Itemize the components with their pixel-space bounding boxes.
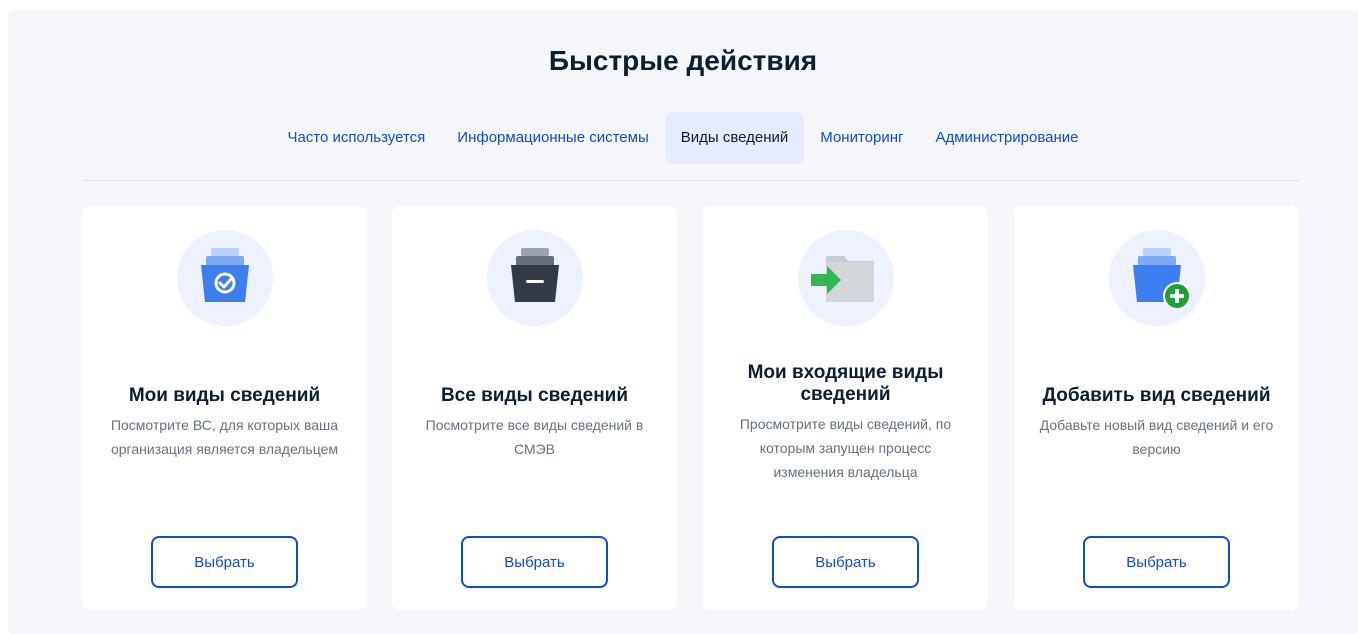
card-my-information-types: Мои виды сведений Посмотрите ВС, для кот… (82, 206, 367, 610)
tab-information-types[interactable]: Виды сведений (664, 112, 805, 164)
card-text-block: Мои входящие виды сведений Просмотрите в… (723, 338, 968, 508)
select-button[interactable]: Выбрать (151, 536, 298, 588)
card-description: Просмотрите виды сведений, по которым за… (739, 416, 952, 480)
select-button[interactable]: Выбрать (772, 536, 919, 588)
card-title: Добавить вид сведений (1042, 385, 1271, 406)
card-title: Мои входящие виды сведений (747, 362, 944, 405)
card-text-block: Добавить вид сведений Добавьте новый вид… (1034, 338, 1279, 508)
folder-incoming-icon (798, 230, 894, 326)
tab-monitoring[interactable]: Мониторинг (804, 112, 919, 164)
tab-administration[interactable]: Администрирование (919, 112, 1094, 164)
card-text-block: Мои виды сведений Посмотрите ВС, для кот… (102, 338, 347, 508)
archive-box-icon (487, 230, 583, 326)
card-description: Посмотрите все виды сведений в СМЭВ (425, 417, 644, 457)
card-add-information-type: Добавить вид сведений Добавьте новый вид… (1014, 206, 1299, 610)
card-title: Все виды сведений (440, 385, 629, 406)
folder-add-icon (1109, 230, 1205, 326)
card-description: Посмотрите ВС, для которых ваша организа… (110, 417, 339, 457)
select-button[interactable]: Выбрать (461, 536, 608, 588)
card-all-information-types: Все виды сведений Посмотрите все виды св… (392, 206, 677, 610)
page-title: Быстрые действия (548, 45, 818, 76)
tab-information-systems[interactable]: Информационные системы (441, 112, 664, 164)
card-title: Мои виды сведений (128, 385, 321, 406)
tab-frequently-used[interactable]: Часто используется (271, 112, 441, 164)
tabs-bar: Часто используется Информационные систем… (0, 112, 1358, 164)
folder-check-icon (177, 230, 273, 326)
card-description: Добавьте новый вид сведений и его версию (1039, 417, 1274, 457)
card-my-incoming-information-types: Мои входящие виды сведений Просмотрите в… (703, 206, 988, 610)
tabs-divider (82, 180, 1300, 181)
card-text-block: Все виды сведений Посмотрите все виды св… (412, 338, 657, 508)
select-button[interactable]: Выбрать (1083, 536, 1230, 588)
